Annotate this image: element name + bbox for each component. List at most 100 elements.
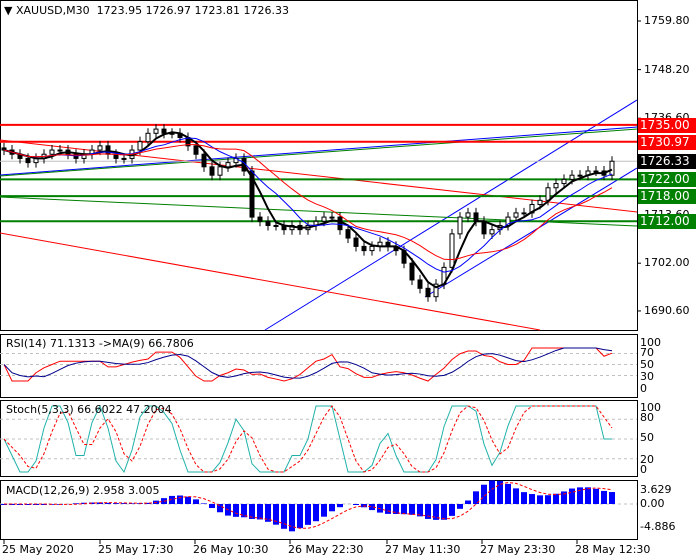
rsi-ma-line: [3, 347, 613, 379]
macd-bar: [553, 493, 559, 504]
stoch-axis-label: 80: [640, 411, 654, 424]
macd-bar: [313, 504, 319, 522]
chart-header: ▼ XAUUSD,M30 1723.95 1726.97 1723.81 172…: [4, 4, 289, 17]
candle-body: [513, 212, 519, 218]
candle-body: [25, 157, 31, 164]
macd-bar: [593, 488, 599, 504]
candle-body: [561, 178, 567, 185]
candle-body: [161, 128, 167, 134]
time-axis-label: 27 May 23:30: [480, 543, 556, 556]
macd-bar: [545, 495, 551, 504]
macd-bar: [489, 480, 495, 504]
candle-body: [217, 166, 223, 176]
macd-bar: [537, 495, 543, 504]
candle-body: [361, 245, 367, 252]
macd-bar: [521, 492, 527, 504]
macd-title: MACD(12,26,9) 2.958 3.005: [6, 484, 160, 497]
candle-body: [449, 233, 455, 268]
candle-body: [105, 145, 111, 155]
macd-bar: [257, 504, 263, 520]
stoch-axis-label: 50: [640, 431, 654, 444]
time-axis-label: 27 May 11:30: [385, 543, 461, 556]
candle-body: [345, 229, 351, 239]
price-level-tag: 1735.00: [638, 117, 696, 133]
macd-bar: [449, 504, 455, 516]
macd-bar: [305, 504, 311, 525]
trend-line: [264, 99, 638, 331]
macd-bar: [441, 504, 447, 520]
candle-body: [577, 174, 583, 177]
macd-bar: [321, 504, 327, 517]
macd-axis-label: -4.886: [640, 520, 676, 533]
candle-body: [49, 149, 55, 155]
candle-body: [353, 237, 359, 247]
time-axis-label: 25 May 2020: [2, 543, 74, 556]
ohlc-label: 1723.95 1726.97 1723.81 1726.33: [96, 4, 290, 17]
rsi-axis-label: 0: [640, 382, 647, 395]
price-axis-label: 1759.80: [644, 14, 690, 27]
macd-bar: [185, 496, 191, 504]
ma-black: [3, 131, 613, 289]
collapse-triangle-icon[interactable]: ▼: [4, 4, 12, 17]
rsi-title: RSI(14) 71.1313 ->MA(9) 66.7806: [6, 337, 194, 350]
time-axis-label: 26 May 10:30: [193, 543, 269, 556]
ma-blue: [3, 137, 613, 273]
macd-bar: [113, 503, 119, 504]
candle-body: [257, 216, 263, 222]
price-level-tag: 1722.00: [638, 172, 696, 188]
macd-bar: [505, 483, 511, 504]
time-axis-label: 26 May 22:30: [288, 543, 364, 556]
candle-body: [337, 216, 343, 231]
candle-body: [265, 220, 271, 226]
price-axis-label: 1748.20: [644, 62, 690, 76]
candle-body: [209, 166, 215, 176]
time-axis-label: 25 May 17:30: [98, 543, 174, 556]
candle-body: [321, 216, 327, 222]
candle-body: [369, 245, 375, 252]
chart-canvas[interactable]: [0, 0, 700, 560]
macd-bar: [193, 499, 199, 504]
price-level-tag: 1712.00: [638, 214, 696, 230]
candle-body: [465, 212, 471, 218]
candle-body: [409, 262, 415, 281]
macd-bar: [569, 488, 575, 504]
macd-bar: [601, 490, 607, 504]
candle-body: [273, 224, 279, 227]
candle-body: [593, 170, 599, 173]
candle-body: [569, 174, 575, 180]
macd-bar: [409, 504, 415, 515]
candle-body: [57, 149, 63, 152]
candle-body: [145, 132, 151, 143]
macd-bar: [385, 504, 391, 514]
price-level-tag: 1730.97: [638, 134, 696, 150]
symbol-label: XAUUSD,M30: [15, 4, 90, 17]
candle-body: [97, 145, 103, 151]
candle-body: [481, 220, 487, 235]
price-axis-label: 1690.60: [644, 303, 690, 317]
price-level-tag: 1718.00: [638, 189, 696, 205]
candle-body: [425, 287, 431, 298]
macd-bar: [329, 504, 335, 512]
macd-bar: [609, 492, 615, 504]
macd-bar: [353, 504, 359, 506]
trend-line: [424, 167, 638, 298]
macd-bar: [529, 494, 535, 504]
macd-bar: [233, 504, 239, 517]
candle-body: [193, 145, 199, 155]
candle-body: [417, 279, 423, 289]
candle-body: [609, 160, 615, 176]
candle-body: [329, 216, 335, 219]
time-axis-label: 28 May 12:30: [575, 543, 651, 556]
main-panel: [0, 0, 638, 331]
candle-body: [153, 128, 159, 134]
candle-body: [201, 153, 207, 168]
macd-bar: [281, 504, 287, 529]
candle-body: [121, 157, 127, 160]
candle-body: [473, 212, 479, 222]
chart-window[interactable]: ▼ XAUUSD,M30 1723.95 1726.97 1723.81 172…: [0, 0, 700, 560]
trend-line: [0, 232, 541, 331]
macd-bar: [513, 488, 519, 504]
macd-bar: [297, 504, 303, 529]
stoch-axis-label: 0: [640, 463, 647, 476]
candle-body: [537, 199, 543, 206]
